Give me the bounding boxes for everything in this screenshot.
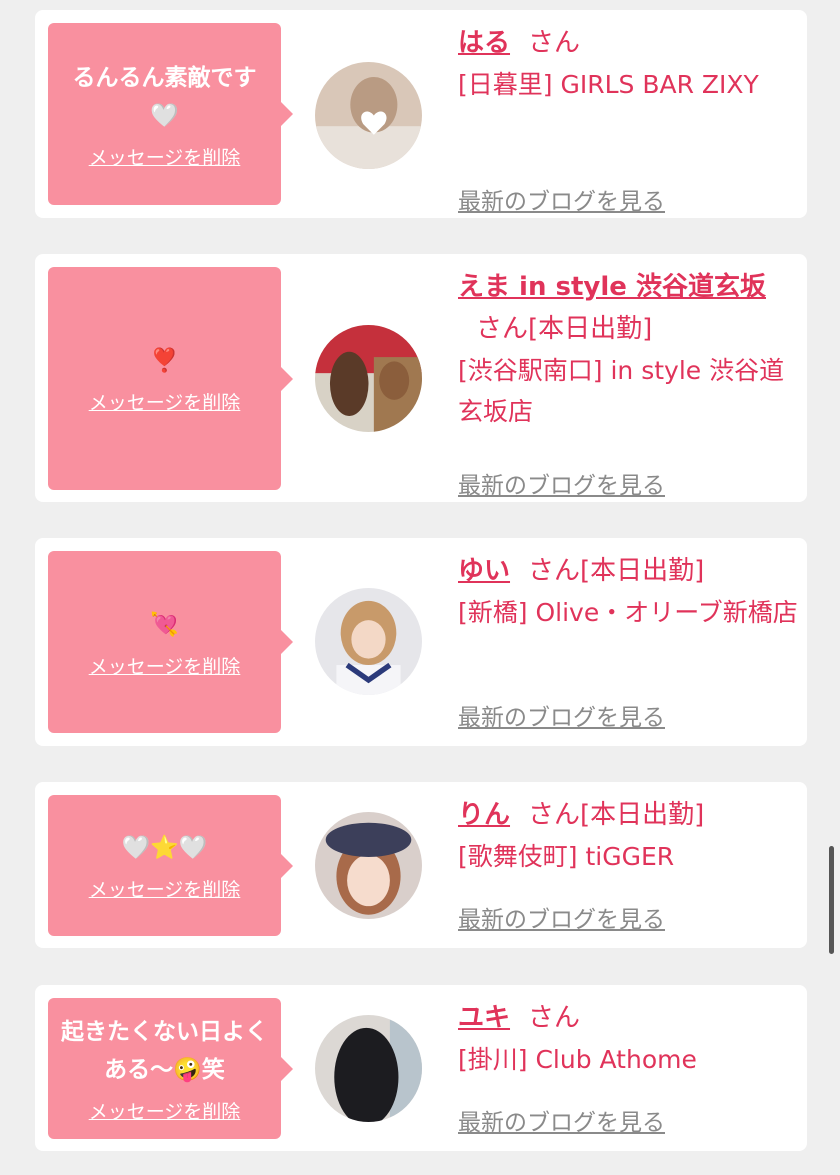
delete-message-link[interactable]: メッセージを削除: [89, 1097, 241, 1124]
girl-name-link[interactable]: ゆい: [458, 556, 510, 586]
message-bubble: 💘 メッセージを削除: [48, 551, 293, 733]
message-card: るんるん素敵です 🤍 メッセージを削除 はる さん [日暮里] GIRLS BAR…: [35, 10, 807, 218]
shop-name: [渋谷駅南口] in style 渋谷道玄坂店: [458, 356, 785, 426]
blog-link[interactable]: 最新のブログを見る: [458, 466, 665, 500]
shop-name: [日暮里] GIRLS BAR ZIXY: [458, 70, 759, 99]
name-suffix: さん[本日出勤]: [528, 556, 705, 586]
blog-link[interactable]: 最新のブログを見る: [458, 900, 665, 934]
avatar[interactable]: [315, 1015, 422, 1122]
name-line: えま in style 渋谷道玄坂さん[本日出勤]: [458, 266, 798, 350]
girl-name-link[interactable]: ユキ: [458, 1003, 510, 1033]
delete-message-link[interactable]: メッセージを削除: [89, 652, 241, 679]
delete-message-link[interactable]: メッセージを削除: [89, 388, 241, 415]
message-card: ❣️ メッセージを削除 えま in style 渋谷道玄坂さん[本日出勤] [渋…: [35, 254, 807, 502]
name-suffix: さん[本日出勤]: [528, 800, 705, 830]
name-line: はる さん: [458, 22, 798, 64]
delete-message-link[interactable]: メッセージを削除: [89, 875, 241, 902]
girl-info: えま in style 渋谷道玄坂さん[本日出勤] [渋谷駅南口] in sty…: [458, 266, 798, 499]
blog-link[interactable]: 最新のブログを見る: [458, 1103, 665, 1137]
girl-info: りん さん[本日出勤] [歌舞伎町] tiGGER 最新のブログを見る: [458, 794, 798, 944]
avatar[interactable]: [315, 812, 422, 919]
name-line: ゆい さん[本日出勤]: [458, 550, 798, 592]
girl-info: ゆい さん[本日出勤] [新橋] Olive・オリーブ新橋店 最新のブログを見る: [458, 550, 798, 740]
shop-name: [掛川] Club Athome: [458, 1045, 697, 1074]
delete-message-link[interactable]: メッセージを削除: [89, 143, 241, 170]
avatar[interactable]: [315, 325, 422, 432]
name-suffix: さん[本日出勤]: [476, 314, 653, 344]
message-card: 💘 メッセージを削除 ゆい さん[本日出勤] [新橋] Olive・オリーブ新橋店…: [35, 538, 807, 746]
scrollbar[interactable]: [829, 846, 834, 954]
message-card: 起きたくない日よくある〜🤪笑 メッセージを削除 ユキ さん [掛川] Club A…: [35, 985, 807, 1151]
shop-name: [新橋] Olive・オリーブ新橋店: [458, 598, 798, 627]
message-text: ❣️: [150, 348, 179, 374]
name-line: りん さん[本日出勤]: [458, 794, 798, 836]
girl-info: ユキ さん [掛川] Club Athome 最新のブログを見る: [458, 997, 798, 1147]
girl-name-link[interactable]: りん: [458, 800, 510, 830]
avatar[interactable]: [315, 588, 422, 695]
message-bubble: ❣️ メッセージを削除: [48, 267, 293, 490]
shop-name: [歌舞伎町] tiGGER: [458, 842, 675, 871]
message-text: 起きたくない日よくある〜🤪笑: [61, 1019, 268, 1083]
message-bubble: 🤍⭐🤍 メッセージを削除: [48, 795, 293, 936]
message-card: 🤍⭐🤍 メッセージを削除 りん さん[本日出勤] [歌舞伎町] tiGGER 最新…: [35, 782, 807, 948]
girl-name-link[interactable]: えま in style 渋谷道玄坂: [458, 272, 766, 302]
avatar[interactable]: [315, 62, 422, 169]
photo-avatar-icon: [315, 812, 422, 919]
message-text: 🤍⭐🤍: [121, 835, 208, 861]
photo-avatar-icon: [315, 325, 422, 432]
name-suffix: さん: [528, 28, 581, 58]
message-text: 💘: [150, 611, 179, 638]
girl-name-link[interactable]: はる: [458, 28, 510, 58]
message-text: るんるん素敵です 🤍: [72, 64, 257, 129]
blog-link[interactable]: 最新のブログを見る: [458, 182, 665, 216]
girl-info: はる さん [日暮里] GIRLS BAR ZIXY 最新のブログを見る: [458, 22, 798, 215]
photo-avatar-icon: [315, 588, 422, 695]
message-bubble: るんるん素敵です 🤍 メッセージを削除: [48, 23, 293, 205]
blog-link[interactable]: 最新のブログを見る: [458, 698, 665, 732]
photo-avatar-icon: [315, 1015, 422, 1122]
photo-avatar-icon: [315, 62, 422, 169]
name-line: ユキ さん: [458, 997, 798, 1039]
message-bubble: 起きたくない日よくある〜🤪笑 メッセージを削除: [48, 998, 293, 1139]
name-suffix: さん: [528, 1003, 581, 1033]
